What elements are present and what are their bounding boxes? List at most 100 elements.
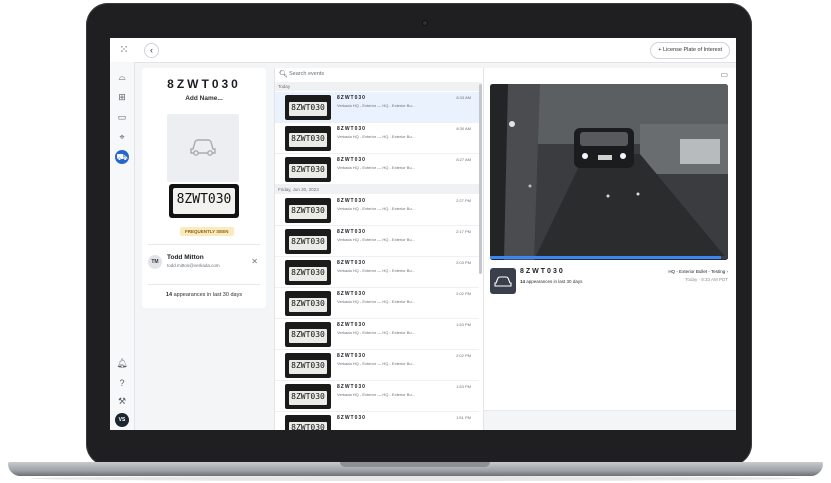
detail-plate-number: 8ZWT030 xyxy=(520,268,565,275)
event-plate: 8ZWT030 xyxy=(337,260,366,266)
event-thumbnail: 8ZWT030 xyxy=(285,353,331,378)
event-description: Verkada HQ - Exterior — HQ - Exterior Bu… xyxy=(337,299,416,304)
event-thumbnail: 8ZWT030 xyxy=(285,291,331,316)
event-thumbnail-text: 8ZWT030 xyxy=(291,237,325,246)
back-button[interactable]: ‹ xyxy=(144,43,159,58)
frequently-seen-badge: FREQUENTLY SEEN xyxy=(180,227,234,236)
event-time: 2:17 PM xyxy=(456,229,471,234)
event-plate: 8ZWT030 xyxy=(337,229,366,235)
event-viewer: ▭ 8ZWT030 14 appearances in last 30 days… xyxy=(484,68,736,430)
helmet-icon[interactable]: ⌓ xyxy=(115,70,129,84)
plate-image-text: 8ZWT030 xyxy=(176,192,232,207)
day-header: Friday, Jun 30, 2023 xyxy=(275,185,482,194)
event-thumbnail: 8ZWT030 xyxy=(285,126,331,151)
event-time: 2:03 PM xyxy=(456,260,471,265)
cameras-grid-icon[interactable]: ⊞ xyxy=(115,90,129,104)
event-plate: 8ZWT030 xyxy=(337,384,366,390)
events-list: 🔍︎ Search events Today Friday, Jun 30, 2… xyxy=(274,68,484,430)
app-grid-icon[interactable]: ⁙ xyxy=(118,44,130,56)
event-thumbnail: 8ZWT030 xyxy=(285,384,331,409)
appearances-count: 14 xyxy=(165,292,173,298)
camera-link[interactable]: HQ - Exterior Bullet - Testing › xyxy=(668,269,728,274)
webcam xyxy=(423,21,427,25)
detail-timestamp: Today · 8:33 AM PDT xyxy=(685,277,728,282)
plate-title: 8ZWT030 xyxy=(167,77,241,91)
timeline-progress xyxy=(490,256,721,259)
event-thumbnail: 8ZWT030 xyxy=(285,322,331,347)
bell-icon[interactable]: 🔔︎ xyxy=(115,356,129,370)
laptop-notch xyxy=(340,462,490,467)
event-description: Verkada HQ - Exterior — HQ - Exterior Bu… xyxy=(337,134,416,139)
event-description: Verkada HQ - Exterior — HQ - Exterior Bu… xyxy=(337,165,416,170)
camera-frame xyxy=(490,84,728,260)
event-time: 8:30 AM xyxy=(456,126,471,131)
event-thumbnail-text: 8ZWT030 xyxy=(291,299,325,308)
wrench-icon[interactable]: ⚒ xyxy=(115,394,129,408)
appearances-summary: 14 appearances in last 30 days xyxy=(142,292,266,298)
event-thumbnail-text: 8ZWT030 xyxy=(291,361,325,370)
vehicle-detection-icon xyxy=(490,268,516,294)
event-row[interactable]: 8ZWT030 8ZWT030 Verkada HQ - Exterior — HQ… xyxy=(275,257,479,288)
divider xyxy=(148,244,260,245)
person-email: todd.mitton@verkada.com xyxy=(167,263,220,268)
license-plate-of-interest-button[interactable]: + License Plate of Interest xyxy=(650,42,730,59)
remove-person-close-icon[interactable]: ✕ xyxy=(251,257,258,266)
car-icon xyxy=(190,139,216,156)
archive-icon[interactable]: ▭ xyxy=(115,110,129,124)
laptop-shadow xyxy=(30,476,801,481)
event-time: 1:51 PM xyxy=(456,415,471,420)
event-row[interactable]: 8ZWT030 8ZWT030 Verkada HQ - Exterior — HQ… xyxy=(275,92,479,123)
archive-icon[interactable]: ▭ xyxy=(720,70,728,79)
event-plate: 8ZWT030 xyxy=(337,157,366,163)
search-events[interactable]: 🔍︎ Search events xyxy=(279,70,477,80)
events-scrollbar[interactable] xyxy=(479,84,482,274)
add-name-button[interactable]: Add Name... xyxy=(142,95,266,102)
event-description: Verkada HQ - Exterior — HQ - Exterior Bu… xyxy=(337,361,416,366)
event-time: 2:02 PM xyxy=(456,353,471,358)
event-thumbnail-text: 8ZWT030 xyxy=(291,134,325,143)
event-plate: 8ZWT030 xyxy=(337,95,366,101)
search-placeholder: Search events xyxy=(289,71,325,77)
event-thumbnail-text: 8ZWT030 xyxy=(291,268,325,277)
event-thumbnail: 8ZWT030 xyxy=(285,157,331,182)
event-row[interactable]: 8ZWT030 8ZWT030 Verkada HQ - Exterior — HQ… xyxy=(275,319,479,350)
left-rail: ⌓ ⊞ ▭ ⌖ ⛟ 🔔︎ ? ⚒ VS xyxy=(110,62,135,430)
event-time: 8:27 AM xyxy=(456,157,471,162)
event-row[interactable]: 8ZWT030 8ZWT030 Verkada HQ - Exterior — HQ… xyxy=(275,123,479,154)
event-row[interactable]: 8ZWT030 8ZWT030 1:51 PM xyxy=(275,412,479,430)
event-plate: 8ZWT030 xyxy=(337,322,366,328)
plate-profile-panel: 8ZWT030 Add Name... 8ZWT030 FREQUENTLY S… xyxy=(142,68,266,308)
person-name: Todd Mitton xyxy=(167,254,204,261)
people-icon[interactable]: ⌖ xyxy=(115,130,129,144)
event-description: Verkada HQ - Exterior — HQ - Exterior Bu… xyxy=(337,330,416,335)
event-row[interactable]: 8ZWT030 8ZWT030 Verkada HQ - Exterior — HQ… xyxy=(275,195,479,226)
event-thumbnail-text: 8ZWT030 xyxy=(291,103,325,112)
event-row[interactable]: 8ZWT030 8ZWT030 Verkada HQ - Exterior — HQ… xyxy=(275,288,479,319)
event-row[interactable]: 8ZWT030 8ZWT030 Verkada HQ - Exterior — HQ… xyxy=(275,154,479,185)
search-icon: 🔍︎ xyxy=(279,71,288,78)
video-player[interactable] xyxy=(490,84,728,260)
app-screen: ⁙ ‹ + License Plate of Interest ⌓ ⊞ ▭ ⌖ … xyxy=(110,38,736,430)
top-bar: ⁙ ‹ + License Plate of Interest xyxy=(110,38,736,63)
event-row[interactable]: 8ZWT030 8ZWT030 Verkada HQ - Exterior — HQ… xyxy=(275,226,479,257)
vehicle-placeholder xyxy=(167,114,239,182)
event-plate: 8ZWT030 xyxy=(337,126,366,132)
video-timeline[interactable] xyxy=(490,256,728,259)
vehicle-icon[interactable]: ⛟ xyxy=(115,150,129,164)
event-time: 2:27 PM xyxy=(456,198,471,203)
event-row[interactable]: 8ZWT030 8ZWT030 Verkada HQ - Exterior — HQ… xyxy=(275,350,479,381)
event-thumbnail-text: 8ZWT030 xyxy=(291,330,325,339)
event-thumbnail-text: 8ZWT030 xyxy=(291,165,325,174)
event-description: Verkada HQ - Exterior — HQ - Exterior Bu… xyxy=(337,237,416,242)
event-plate: 8ZWT030 xyxy=(337,353,366,359)
event-plate: 8ZWT030 xyxy=(337,415,366,421)
event-row[interactable]: 8ZWT030 8ZWT030 Verkada HQ - Exterior — HQ… xyxy=(275,381,479,412)
user-avatar[interactable]: VS xyxy=(115,413,129,427)
event-description: Verkada HQ - Exterior — HQ - Exterior Bu… xyxy=(337,392,416,397)
day-header: Today xyxy=(275,82,482,91)
help-icon[interactable]: ? xyxy=(115,376,129,390)
event-thumbnail-text: 8ZWT030 xyxy=(291,392,325,401)
viewer-footer xyxy=(484,410,736,430)
divider xyxy=(148,284,260,285)
event-time: 2:02 PM xyxy=(456,291,471,296)
